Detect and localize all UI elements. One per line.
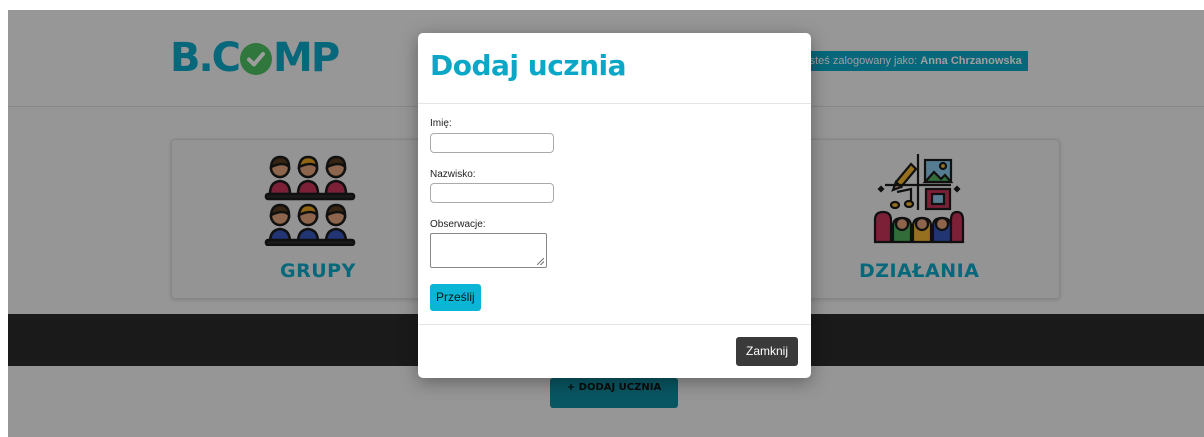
modal-header: Dodaj ucznia	[418, 33, 811, 104]
close-button[interactable]: Zamknij	[736, 337, 798, 366]
last-name-label: Nazwisko:	[430, 169, 476, 180]
notes-textarea[interactable]	[430, 233, 547, 268]
last-name-input[interactable]	[430, 183, 554, 203]
modal-title: Dodaj ucznia	[430, 49, 627, 82]
notes-label: Obserwacje:	[430, 219, 486, 230]
add-student-modal: Dodaj ucznia Imię: Nazwisko: Obserwacje:…	[418, 33, 811, 378]
resize-handle-icon[interactable]	[537, 258, 544, 265]
modal-footer: Zamknij	[418, 324, 811, 379]
submit-button[interactable]: Prześlij	[430, 284, 481, 311]
first-name-label: Imię:	[430, 118, 452, 129]
first-name-input[interactable]	[430, 133, 554, 153]
